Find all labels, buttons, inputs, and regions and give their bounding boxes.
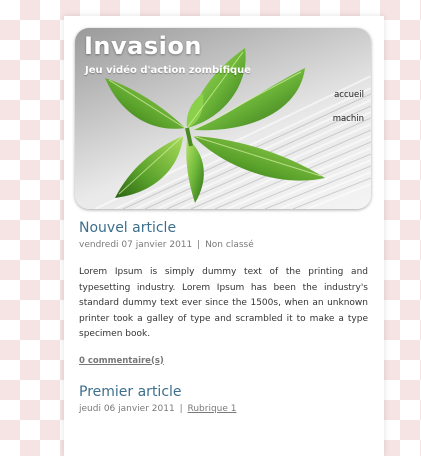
site-tagline: Jeu vidéo d'action zombifique (85, 65, 252, 76)
post-title[interactable]: Premier article (79, 384, 368, 400)
post-category-link[interactable]: Rubrique 1 (187, 404, 236, 414)
post-category: Non classé (205, 240, 254, 250)
post-premier-article: Premier article jeudi 06 janvier 2011 | … (79, 384, 368, 414)
site-header: Invasion Jeu vidéo d'action zombifique a… (75, 28, 371, 209)
main-nav: accueil machin (333, 90, 364, 138)
post-date: jeudi 06 janvier 2011 (79, 404, 175, 414)
post-body: Lorem Ipsum is simply dummy text of the … (79, 267, 368, 339)
post-title[interactable]: Nouvel article (79, 220, 368, 236)
nav-link-machin[interactable]: machin (333, 114, 364, 124)
post-meta: jeudi 06 janvier 2011 | Rubrique 1 (79, 404, 368, 414)
post-meta: vendredi 07 janvier 2011 | Non classé (79, 240, 368, 250)
post-nouvel-article: Nouvel article vendredi 07 janvier 2011 … (79, 220, 368, 367)
site-title[interactable]: Invasion (84, 32, 202, 60)
content-column: Invasion Jeu vidéo d'action zombifique a… (64, 16, 384, 456)
post-date: vendredi 07 janvier 2011 (79, 240, 193, 250)
meta-separator: | (179, 404, 183, 414)
meta-separator: | (197, 240, 201, 250)
nav-link-accueil[interactable]: accueil (333, 90, 364, 100)
comments-link[interactable]: 0 commentaire(s) (79, 356, 164, 366)
